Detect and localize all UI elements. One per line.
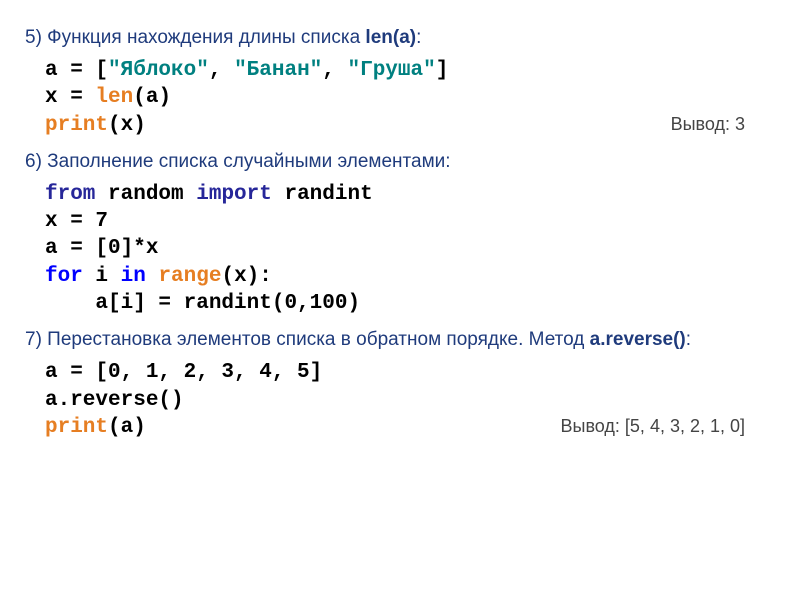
section7-heading-prefix: 7) Перестановка элементов списка в обрат… [25,329,590,350]
section7-output: Вывод: [5, 4, 3, 2, 1, 0] [561,416,776,437]
section5-heading: 5) Функция нахождения длины списка len(a… [25,27,775,49]
section7-func: a.reverse() [590,329,686,350]
section5-heading-suffix: : [416,27,421,48]
section5-heading-prefix: 5) Функция нахождения длины списка [25,27,365,48]
section7-heading: 7) Перестановка элементов списка в обрат… [25,329,775,351]
section6-code: from random import randint x = 7 a = [0]… [45,181,775,317]
section7-code: a = [0, 1, 2, 3, 4, 5] a.reverse() print… [45,359,561,441]
section5-func: len(a) [365,27,416,48]
section7-heading-suffix: : [686,329,691,350]
section5-code: a = ["Яблоко", "Банан", "Груша"] x = len… [45,57,671,139]
section5-output: Вывод: 3 [671,114,775,135]
section6-heading: 6) Заполнение списка случайными элемента… [25,151,775,173]
